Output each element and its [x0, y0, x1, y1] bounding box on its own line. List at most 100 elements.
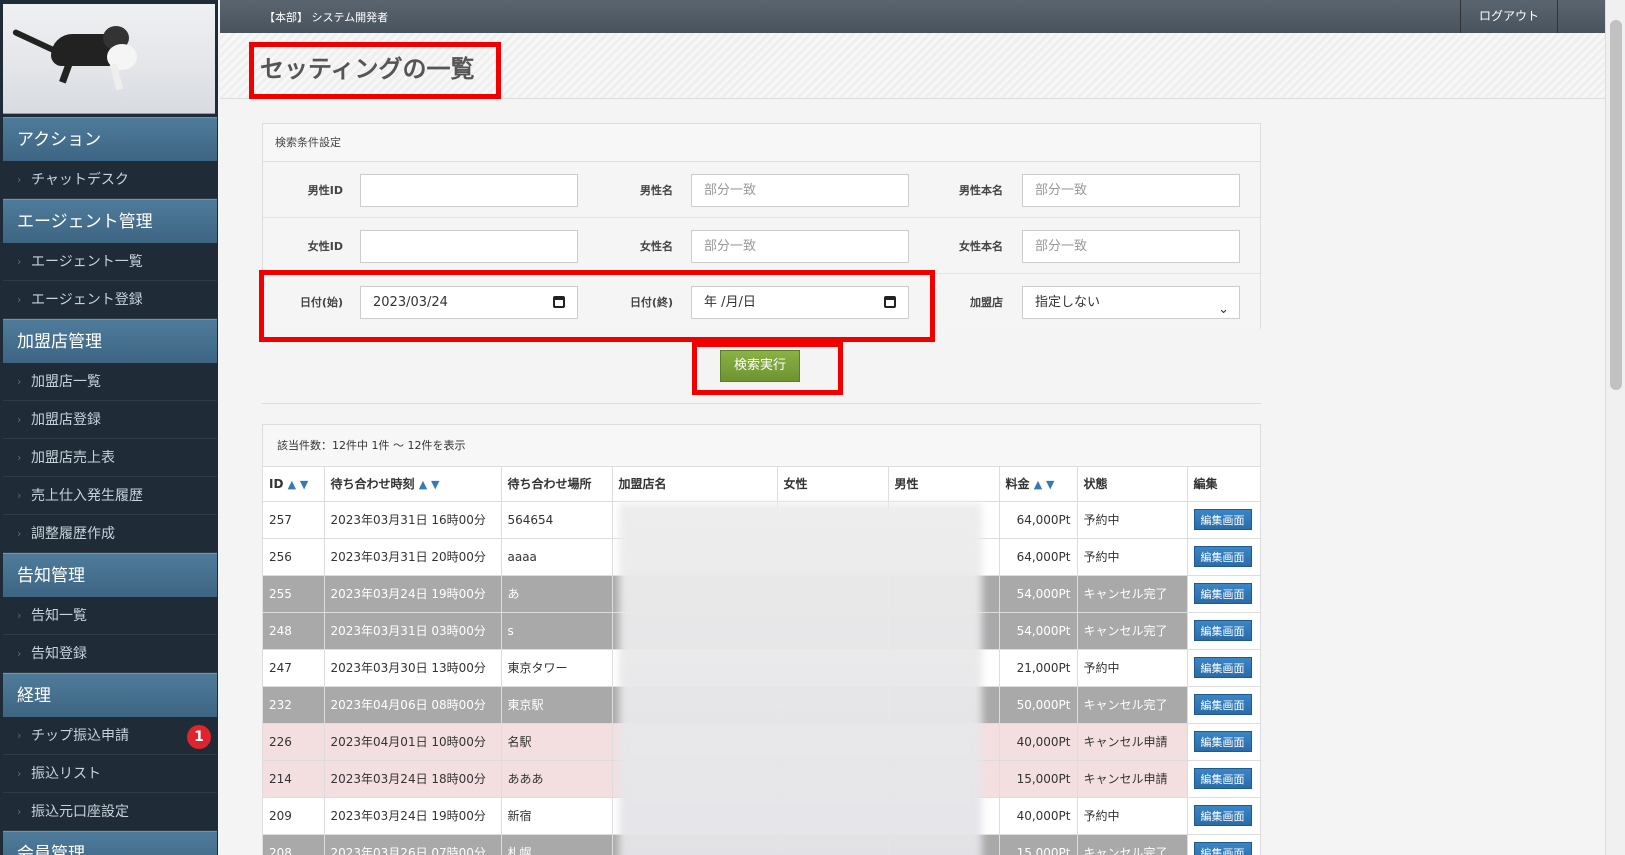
- edit-button[interactable]: 編集画面: [1193, 620, 1252, 641]
- sidebar-item-tip-transfer[interactable]: チップ振込申請 1: [3, 717, 217, 755]
- cell-time: 2023年03月31日 03時00分: [324, 612, 502, 650]
- nav-section-store[interactable]: 加盟店管理: [3, 319, 217, 363]
- female-name-input[interactable]: 部分一致: [691, 230, 909, 263]
- cell-edit: 編集画面: [1187, 723, 1260, 761]
- sidebar: アクション チャットデスク エージェント管理 エージェント一覧 エージェント登録…: [0, 0, 218, 855]
- col-store: 加盟店名: [612, 467, 778, 502]
- sidebar-item-agent-register[interactable]: エージェント登録: [3, 281, 217, 319]
- male-realname-input[interactable]: 部分一致: [1022, 174, 1240, 207]
- avatar: [3, 4, 215, 114]
- edit-button[interactable]: 編集画面: [1193, 842, 1252, 855]
- scrollbar-thumb[interactable]: [1610, 20, 1622, 390]
- edit-button[interactable]: 編集画面: [1193, 694, 1252, 715]
- cell-edit: 編集画面: [1187, 538, 1260, 576]
- logout-button[interactable]: ログアウト: [1460, 0, 1558, 33]
- col-female: 女性: [777, 467, 889, 502]
- nav-section-action[interactable]: アクション: [3, 117, 217, 161]
- cell-id: 226: [263, 723, 325, 761]
- results-panel: 該当件数：12件中 1件 ～ 12件を表示 ID ▲ ▼ 待ち合わせ時刻 ▲ ▼…: [262, 424, 1261, 855]
- cell-fee: 50,000Pt: [999, 686, 1078, 724]
- cell-status: 予約中: [1077, 501, 1188, 539]
- sidebar-item-store-register[interactable]: 加盟店登録: [3, 401, 217, 439]
- cell-time: 2023年04月06日 08時00分: [324, 686, 502, 724]
- sort-arrows-icon[interactable]: ▲ ▼: [1034, 478, 1055, 491]
- sidebar-item-store-list[interactable]: 加盟店一覧: [3, 363, 217, 401]
- edit-button[interactable]: 編集画面: [1193, 768, 1252, 789]
- cell-fee: 64,000Pt: [999, 538, 1078, 576]
- cell-status: キャンセル完了: [1077, 686, 1188, 724]
- edit-button[interactable]: 編集画面: [1193, 583, 1252, 604]
- col-id[interactable]: ID ▲ ▼: [263, 467, 325, 502]
- highlight-title-box: [249, 42, 501, 99]
- col-fee[interactable]: 料金 ▲ ▼: [999, 467, 1078, 502]
- cell-time: 2023年03月26日 07時00分: [324, 834, 502, 855]
- cell-place: 札幌: [501, 834, 613, 855]
- col-status: 状態: [1077, 467, 1188, 502]
- cell-status: 予約中: [1077, 538, 1188, 576]
- cell-status: 予約中: [1077, 649, 1188, 687]
- table-header-row: ID ▲ ▼ 待ち合わせ時刻 ▲ ▼ 待ち合わせ場所 加盟店名 女性 男性 料金…: [263, 467, 1260, 502]
- cell-status: キャンセル完了: [1077, 575, 1188, 613]
- cell-place: あああ: [501, 760, 613, 798]
- cell-place: 新宿: [501, 797, 613, 835]
- male-name-label: 男性名: [640, 184, 673, 197]
- cell-edit: 編集画面: [1187, 760, 1260, 798]
- sidebar-item-notice-list[interactable]: 告知一覧: [3, 597, 217, 635]
- male-id-label: 男性ID: [307, 184, 343, 197]
- store-label: 加盟店: [970, 296, 1003, 309]
- sort-arrows-icon[interactable]: ▲ ▼: [419, 478, 440, 491]
- edit-button[interactable]: 編集画面: [1193, 657, 1252, 678]
- cell-status: キャンセル完了: [1077, 612, 1188, 650]
- result-count: 該当件数：12件中 1件 ～ 12件を表示: [263, 425, 1260, 467]
- sidebar-item-source-account[interactable]: 振込元口座設定: [3, 793, 217, 831]
- cell-fee: 21,000Pt: [999, 649, 1078, 687]
- store-select[interactable]: 指定しない ⌄: [1022, 286, 1240, 319]
- current-user: 【本部】 システム開発者: [264, 11, 389, 24]
- sidebar-item-chat-desk[interactable]: チャットデスク: [3, 161, 217, 199]
- edit-button[interactable]: 編集画面: [1193, 546, 1252, 567]
- nav-section-notice[interactable]: 告知管理: [3, 553, 217, 597]
- cell-edit: 編集画面: [1187, 649, 1260, 687]
- nav-section-agent[interactable]: エージェント管理: [3, 199, 217, 243]
- edit-button[interactable]: 編集画面: [1193, 805, 1252, 826]
- cell-time: 2023年03月31日 20時00分: [324, 538, 502, 576]
- sort-arrows-icon[interactable]: ▲ ▼: [288, 478, 309, 491]
- col-edit: 編集: [1187, 467, 1260, 502]
- search-row-female: 女性ID 女性名 部分一致 女性本名 部分一致: [263, 218, 1260, 274]
- nav-section-member[interactable]: 会員管理: [3, 831, 217, 855]
- top-bar: 【本部】 システム開発者 ログアウト: [220, 0, 1605, 33]
- sidebar-item-sales-history[interactable]: 売上仕入発生履歴: [3, 477, 217, 515]
- male-realname-label: 男性本名: [959, 184, 1003, 197]
- sidebar-item-transfer-list[interactable]: 振込リスト: [3, 755, 217, 793]
- cell-time: 2023年04月01日 10時00分: [324, 723, 502, 761]
- col-time[interactable]: 待ち合わせ時刻 ▲ ▼: [324, 467, 502, 502]
- edit-button[interactable]: 編集画面: [1193, 509, 1252, 530]
- cell-id: 208: [263, 834, 325, 855]
- male-name-input[interactable]: 部分一致: [691, 174, 909, 207]
- cell-edit: 編集画面: [1187, 797, 1260, 835]
- sidebar-item-store-sales[interactable]: 加盟店売上表: [3, 439, 217, 477]
- cell-fee: 40,000Pt: [999, 797, 1078, 835]
- sidebar-item-label: チップ振込申請: [31, 728, 129, 744]
- cell-status: キャンセル申請: [1077, 760, 1188, 798]
- cell-fee: 40,000Pt: [999, 723, 1078, 761]
- cell-place: 東京タワー: [501, 649, 613, 687]
- cell-place: 名駅: [501, 723, 613, 761]
- female-id-input[interactable]: [360, 230, 578, 263]
- female-name-label: 女性名: [640, 240, 673, 253]
- cell-fee: 15,000Pt: [999, 760, 1078, 798]
- cell-time: 2023年03月24日 19時00分: [324, 575, 502, 613]
- female-realname-input[interactable]: 部分一致: [1022, 230, 1240, 263]
- cell-id: 214: [263, 760, 325, 798]
- cell-fee: 54,000Pt: [999, 612, 1078, 650]
- male-id-input[interactable]: [360, 174, 578, 207]
- nav-section-accounting[interactable]: 経理: [3, 673, 217, 717]
- scrollbar[interactable]: [1605, 0, 1625, 855]
- cell-status: キャンセル完了: [1077, 834, 1188, 855]
- sidebar-item-agent-list[interactable]: エージェント一覧: [3, 243, 217, 281]
- sidebar-item-notice-register[interactable]: 告知登録: [3, 635, 217, 673]
- store-select-value: 指定しない: [1035, 295, 1101, 310]
- cell-place: aaaa: [501, 538, 613, 576]
- edit-button[interactable]: 編集画面: [1193, 731, 1252, 752]
- sidebar-item-adjust-history[interactable]: 調整履歴作成: [3, 515, 217, 553]
